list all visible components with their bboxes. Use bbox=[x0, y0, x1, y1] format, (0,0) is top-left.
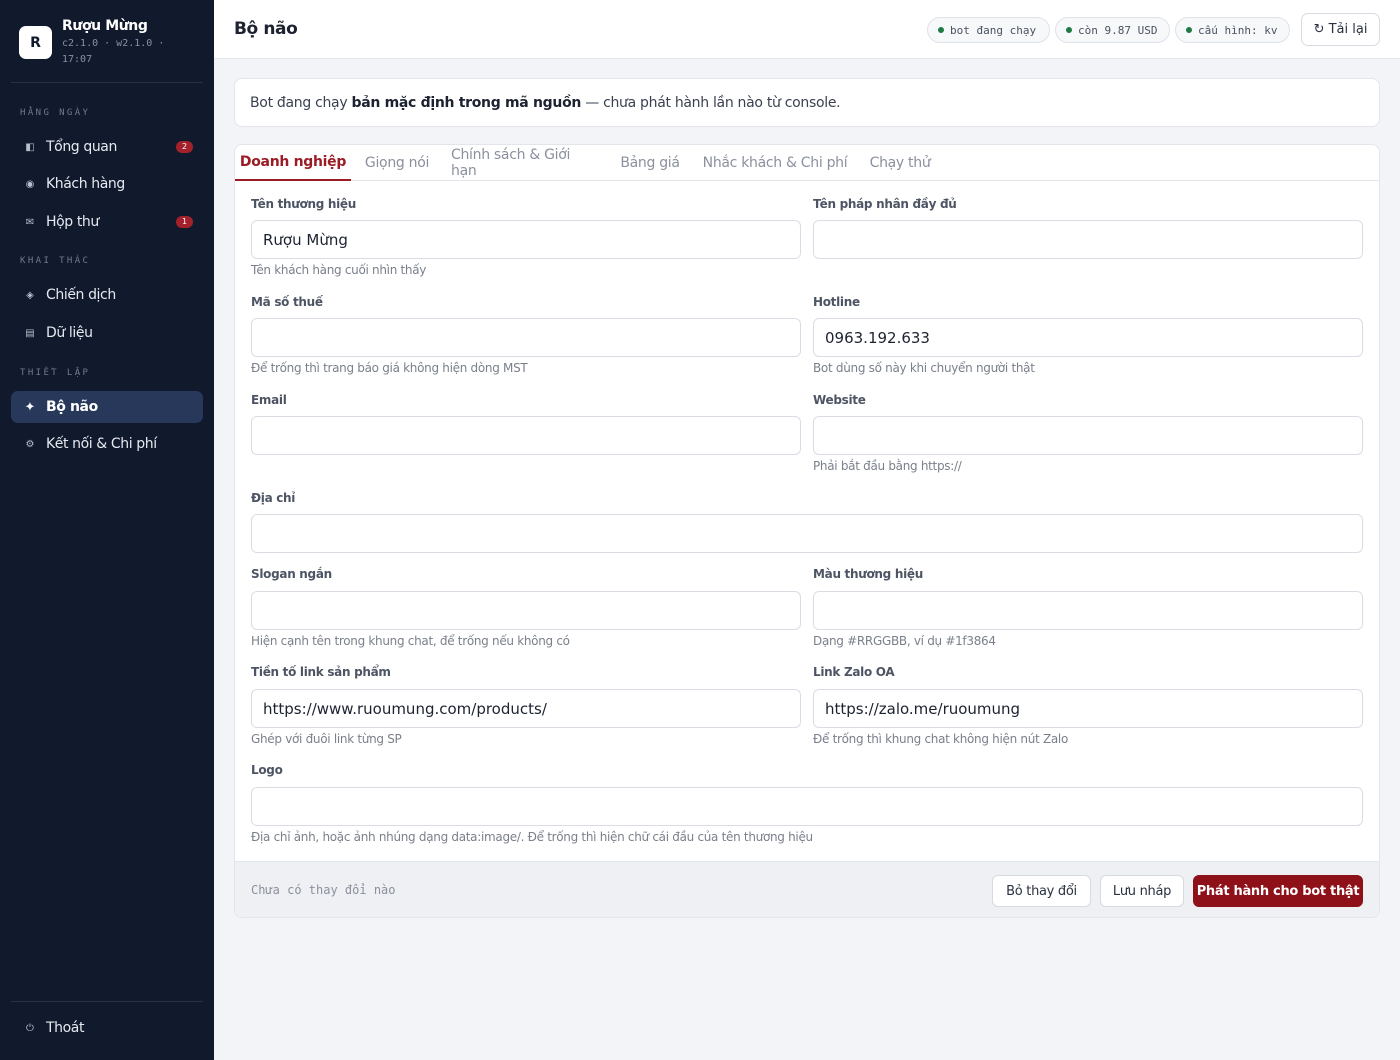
brand-name: Rượu Mừng bbox=[62, 18, 148, 34]
change-status-text: Chưa có thay đổi nào bbox=[251, 883, 396, 897]
tab-business[interactable]: Doanh nghiệp bbox=[235, 145, 351, 181]
website-input[interactable] bbox=[813, 416, 1363, 455]
logo-input[interactable] bbox=[251, 787, 1363, 826]
form-footer: Chưa có thay đổi nào Bỏ thay đổi Lưu nhá… bbox=[235, 861, 1379, 917]
sidebar-item-overview[interactable]: ◧ Tổng quan 2 bbox=[11, 131, 203, 163]
sidebar-item-label: Kết nối & Chi phí bbox=[46, 436, 157, 452]
sidebar-item-label: Tổng quan bbox=[46, 139, 117, 155]
sidebar-item-campaigns[interactable]: ◈ Chiến dịch bbox=[11, 279, 203, 311]
status-dot-icon bbox=[1186, 27, 1192, 33]
hotline-label: Hotline bbox=[813, 295, 860, 309]
notification-badge: 1 bbox=[176, 216, 193, 228]
tax-id-input[interactable] bbox=[251, 318, 801, 357]
sidebar-item-inbox[interactable]: ✉ Hộp thư 1 bbox=[11, 206, 203, 238]
sidebar-item-label: Bộ não bbox=[46, 399, 98, 415]
top-header: Bộ não bot đang chạy còn 9.87 USD cấu hì… bbox=[214, 0, 1400, 59]
discard-button[interactable]: Bỏ thay đổi bbox=[992, 875, 1091, 907]
product-prefix-label: Tiền tố link sản phẩm bbox=[251, 665, 391, 679]
slogan-input[interactable] bbox=[251, 591, 801, 630]
status-pill-text: cấu hình: kv bbox=[1198, 23, 1278, 37]
legal-name-label: Tên pháp nhân đầy đủ bbox=[813, 197, 957, 211]
status-dot-icon bbox=[938, 27, 944, 33]
status-pill-config: cấu hình: kv bbox=[1175, 17, 1290, 43]
tab-bar: Doanh nghiệp Giọng nói Chính sách & Giới… bbox=[235, 145, 1379, 181]
zalo-oa-label: Link Zalo OA bbox=[813, 665, 895, 679]
sidebar-divider bbox=[11, 1001, 203, 1002]
sidebar-item-brain[interactable]: ✦ Bộ não bbox=[11, 391, 203, 423]
email-field[interactable] bbox=[251, 416, 801, 455]
brand-logo: R bbox=[19, 26, 52, 59]
sidebar-item-label: Khách hàng bbox=[46, 176, 125, 192]
gear-icon: ⚙ bbox=[25, 438, 35, 450]
zalo-oa-input[interactable] bbox=[813, 689, 1363, 728]
legal-name-input[interactable] bbox=[813, 220, 1363, 259]
publish-button[interactable]: Phát hành cho bot thật bbox=[1193, 875, 1363, 907]
sidebar-item-label: Dữ liệu bbox=[46, 325, 93, 341]
sidebar-item-label: Chiến dịch bbox=[46, 287, 116, 303]
status-pill-text: bot đang chạy bbox=[950, 23, 1037, 37]
overview-icon: ◧ bbox=[25, 141, 35, 153]
version-text: c2.1.0 · w2.1.0 · 17:07 bbox=[62, 38, 165, 65]
tax-id-hint: Để trống thì trang báo giá không hiện dò… bbox=[251, 361, 528, 375]
sidebar-item-data[interactable]: ▤ Dữ liệu bbox=[11, 317, 203, 349]
campaign-icon: ◈ bbox=[26, 289, 34, 301]
tax-id-label: Mã số thuế bbox=[251, 295, 323, 309]
notification-badge: 2 bbox=[176, 141, 193, 153]
brand-color-input[interactable] bbox=[813, 591, 1363, 630]
logo-label: Logo bbox=[251, 763, 283, 777]
product-prefix-input[interactable] bbox=[251, 689, 801, 728]
status-pill-bot: bot đang chạy bbox=[927, 17, 1050, 43]
reload-button[interactable]: ↻ Tải lại bbox=[1301, 13, 1380, 46]
zalo-oa-hint: Để trống thì khung chat không hiện nút Z… bbox=[813, 732, 1069, 746]
status-pill-balance: còn 9.87 USD bbox=[1055, 17, 1170, 43]
slogan-label: Slogan ngắn bbox=[251, 567, 332, 581]
notice-emphasis: bản mặc định trong mã nguồn bbox=[351, 94, 582, 111]
sparkle-icon: ✦ bbox=[24, 399, 36, 415]
save-draft-button[interactable]: Lưu nháp bbox=[1100, 875, 1184, 907]
logout-label: Thoát bbox=[46, 1020, 85, 1036]
section-label-exploit: KHAI THÁC bbox=[20, 256, 91, 266]
address-label: Địa chỉ bbox=[251, 491, 296, 505]
power-icon: ⏻ bbox=[26, 1022, 34, 1034]
status-dot-icon bbox=[1066, 27, 1072, 33]
brand: R Rượu Mừng c2.1.0 · w2.1.0 · 17:07 bbox=[19, 18, 174, 68]
settings-card: Doanh nghiệp Giọng nói Chính sách & Giới… bbox=[234, 144, 1380, 918]
sidebar-item-connections[interactable]: ⚙ Kết nối & Chi phí bbox=[11, 428, 203, 460]
tab-test-run[interactable]: Chạy thử bbox=[865, 145, 935, 181]
status-pill-text: còn 9.87 USD bbox=[1078, 23, 1158, 37]
notice-text: Bot đang chạy bản mặc định trong mã nguồ… bbox=[250, 94, 841, 111]
product-prefix-hint: Ghép với đuôi link từng SP bbox=[251, 732, 402, 746]
data-icon: ▤ bbox=[25, 327, 35, 339]
sidebar-divider bbox=[11, 82, 203, 83]
page-title: Bộ não bbox=[234, 19, 298, 39]
tab-reminders[interactable]: Nhắc khách & Chi phí bbox=[701, 145, 849, 181]
website-hint: Phải bắt đầu bằng https:// bbox=[813, 459, 962, 473]
brand-name-hint: Tên khách hàng cuối nhìn thấy bbox=[251, 263, 427, 277]
tab-pricing[interactable]: Bảng giá bbox=[615, 145, 685, 181]
address-input[interactable] bbox=[251, 514, 1363, 553]
hotline-input[interactable] bbox=[813, 318, 1363, 357]
hotline-hint: Bot dùng số này khi chuyển người thật bbox=[813, 361, 1035, 375]
brand-name-label: Tên thương hiệu bbox=[251, 197, 357, 211]
logo-hint: Địa chỉ ảnh, hoặc ảnh nhúng dạng data:im… bbox=[251, 830, 813, 844]
sidebar-item-customers[interactable]: ◉ Khách hàng bbox=[11, 168, 203, 200]
section-label-daily: HẰNG NGÀY bbox=[20, 108, 91, 118]
section-label-setup: THIẾT LẬP bbox=[20, 368, 91, 378]
website-label: Website bbox=[813, 393, 866, 407]
email-label: Email bbox=[251, 393, 287, 407]
logout-button[interactable]: ⏻ Thoát bbox=[11, 1012, 203, 1044]
deployment-notice: Bot đang chạy bản mặc định trong mã nguồ… bbox=[234, 78, 1380, 127]
mail-icon: ✉ bbox=[25, 216, 35, 228]
tab-voice[interactable]: Giọng nói bbox=[359, 145, 435, 181]
brand-name-input[interactable] bbox=[251, 220, 801, 259]
tab-policy[interactable]: Chính sách & Giới hạn bbox=[451, 145, 599, 181]
slogan-hint: Hiện cạnh tên trong khung chat, để trống… bbox=[251, 634, 570, 648]
brand-color-hint: Dạng #RRGGBB, ví dụ #1f3864 bbox=[813, 634, 996, 648]
brand-color-label: Màu thương hiệu bbox=[813, 567, 923, 581]
sidebar: R Rượu Mừng c2.1.0 · w2.1.0 · 17:07 HẰNG… bbox=[0, 0, 214, 1060]
customers-icon: ◉ bbox=[25, 178, 35, 190]
sidebar-item-label: Hộp thư bbox=[46, 214, 99, 230]
